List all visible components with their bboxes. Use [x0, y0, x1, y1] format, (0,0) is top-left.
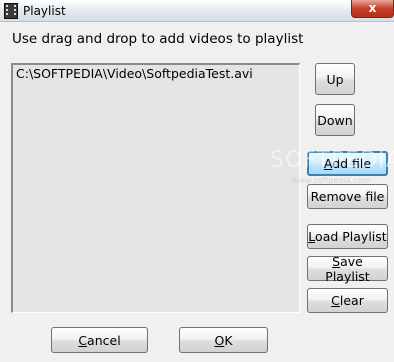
clear-button-label: Clear [331, 293, 364, 308]
playlist-listbox[interactable]: C:\SOFTPEDIA\Video\SoftpediaTest.avi [11, 63, 300, 313]
load-playlist-button[interactable]: Load Playlist [307, 224, 388, 249]
cancel-button[interactable]: Cancel [51, 327, 148, 353]
close-button[interactable]: x [351, 0, 394, 18]
clear-button[interactable]: Clear [307, 288, 388, 313]
down-button-label: Down [317, 112, 353, 128]
add-file-button[interactable]: Add file [307, 151, 388, 176]
up-button-label: Up [326, 71, 344, 87]
list-item[interactable]: C:\SOFTPEDIA\Video\SoftpediaTest.avi [13, 65, 299, 82]
ok-button-label: OK [214, 332, 233, 348]
remove-file-button-label: Remove file [310, 189, 385, 204]
window-title: Playlist [23, 4, 66, 18]
film-icon [4, 3, 18, 19]
save-playlist-button[interactable]: Save Playlist [307, 253, 388, 284]
load-playlist-button-label: Load Playlist [308, 229, 387, 244]
add-file-button-label: Add file [323, 156, 372, 171]
down-button[interactable]: Down [315, 104, 355, 136]
ok-button[interactable]: OK [179, 327, 268, 353]
cancel-button-label: Cancel [78, 332, 121, 348]
title-bar: Playlist x [0, 0, 394, 22]
save-playlist-button-label: Save Playlist [325, 253, 370, 284]
instruction-text: Use drag and drop to add videos to playl… [12, 31, 304, 47]
up-button[interactable]: Up [315, 63, 355, 95]
remove-file-button[interactable]: Remove file [307, 184, 388, 209]
